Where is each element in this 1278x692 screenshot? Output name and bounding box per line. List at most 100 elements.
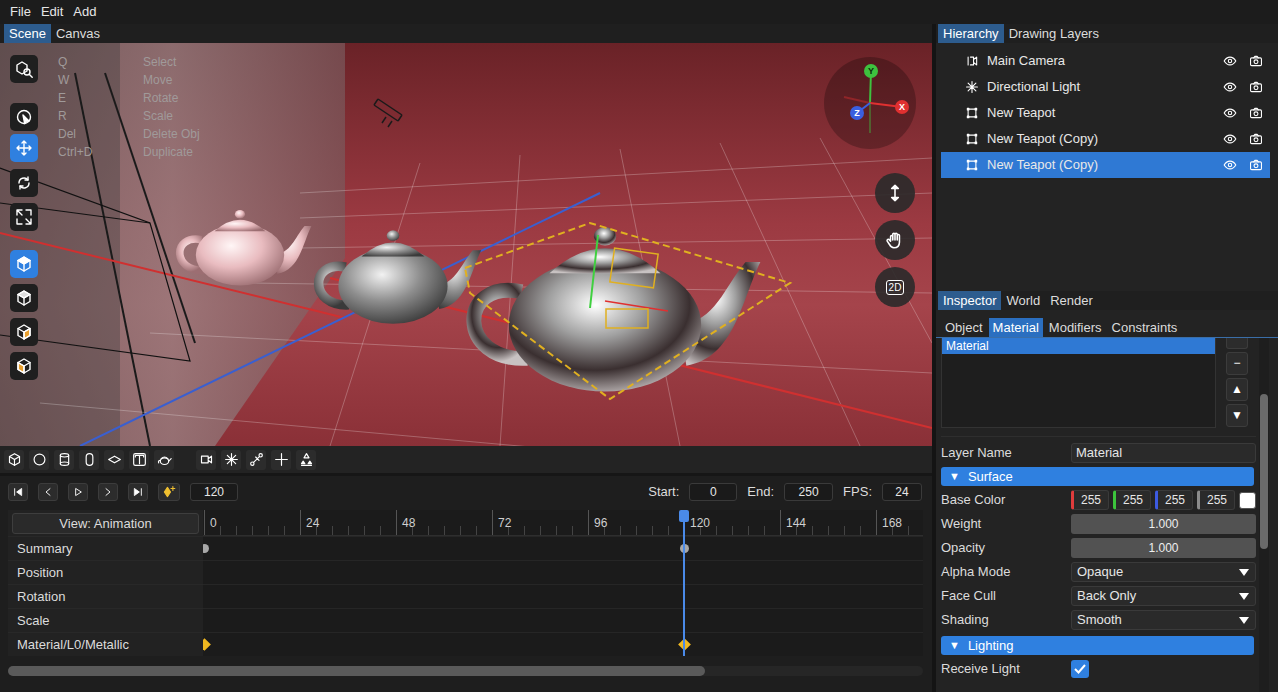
layer-button[interactable]: ▲ — [1226, 378, 1248, 401]
dropdown[interactable]: Back Only — [1071, 586, 1256, 606]
scrollbar-thumb[interactable] — [8, 666, 705, 676]
tool-button[interactable] — [10, 250, 38, 278]
slider-track[interactable]: 1.000 — [1071, 514, 1256, 534]
color-swatch[interactable] — [1239, 492, 1256, 509]
eye-icon[interactable] — [1222, 105, 1238, 121]
tool-button[interactable] — [10, 55, 38, 83]
subtab[interactable]: Material — [989, 318, 1043, 337]
transport-button[interactable] — [8, 483, 28, 501]
create-button[interactable] — [196, 450, 216, 470]
create-button[interactable] — [104, 450, 124, 470]
layer-name-field[interactable]: Material — [1071, 443, 1256, 463]
create-button[interactable] — [221, 450, 241, 470]
render-camera-icon[interactable] — [1248, 157, 1264, 173]
create-button[interactable] — [271, 450, 291, 470]
end-field[interactable]: 250 — [784, 483, 833, 501]
create-button[interactable] — [29, 450, 49, 470]
playhead-handle[interactable] — [679, 510, 689, 522]
menu-item[interactable]: File — [5, 0, 36, 24]
playhead[interactable] — [683, 510, 685, 656]
layer-item[interactable]: Material — [942, 338, 1215, 354]
view-2d-button[interactable]: 2D — [875, 267, 915, 307]
create-button[interactable] — [129, 450, 149, 470]
tool-button[interactable] — [10, 103, 38, 131]
render-camera-icon[interactable] — [1248, 131, 1264, 147]
object-name[interactable]: Main Camera — [987, 51, 1222, 71]
inspector-scrollbar[interactable] — [1259, 338, 1269, 692]
pan-button[interactable] — [875, 220, 915, 260]
hierarchy-row[interactable]: New Teapot (Copy) — [941, 152, 1270, 178]
section-toggle[interactable]: ▼ — [949, 637, 960, 654]
color-channel-field[interactable]: 255 — [1155, 490, 1193, 510]
z-axis-label[interactable]: Z — [850, 106, 864, 120]
subtab[interactable]: Object — [941, 318, 987, 337]
object-name[interactable]: Directional Light — [987, 77, 1222, 97]
eye-icon[interactable] — [1222, 79, 1238, 95]
tab[interactable]: World — [1001, 291, 1045, 310]
dropdown[interactable]: Opaque — [1071, 562, 1256, 582]
frame-ruler[interactable]: 024487296120144168 — [203, 510, 923, 536]
create-button[interactable] — [246, 450, 266, 470]
keyframe[interactable] — [203, 638, 211, 651]
layer-button[interactable]: − — [1226, 352, 1248, 375]
hierarchy-row[interactable]: New Teapot — [941, 100, 1270, 126]
slider-track[interactable]: 1.000 — [1071, 538, 1256, 558]
section-toggle[interactable]: ▼ — [949, 468, 960, 485]
section-header[interactable]: ▼Lighting — [941, 636, 1254, 655]
scene-viewport[interactable]: QSelectWMoveERotateRScaleDelDelete ObjCt… — [0, 43, 932, 446]
layer-button[interactable]: ▼ — [1226, 404, 1248, 427]
hierarchy-row[interactable]: New Teapot (Copy) — [941, 126, 1270, 152]
menu-item[interactable]: Edit — [36, 0, 68, 24]
fps-field[interactable]: 24 — [882, 483, 922, 501]
section-header[interactable]: ▼Surface — [941, 467, 1254, 486]
subtab[interactable]: Modifiers — [1045, 318, 1106, 337]
color-channel-field[interactable]: 255 — [1113, 490, 1151, 510]
tab[interactable]: Hierarchy — [938, 24, 1004, 43]
tool-button[interactable] — [10, 203, 38, 231]
tool-button[interactable] — [10, 169, 38, 197]
tool-button[interactable] — [10, 352, 38, 380]
view-mode-button[interactable]: View: Animation — [12, 513, 199, 534]
tab[interactable]: Scene — [4, 24, 51, 43]
keyframe[interactable] — [203, 544, 209, 553]
color-channel-field[interactable]: 255 — [1071, 490, 1109, 510]
create-button[interactable] — [79, 450, 99, 470]
x-axis-label[interactable]: X — [895, 100, 909, 114]
timeline-scrollbar[interactable] — [8, 666, 923, 676]
tab[interactable]: Inspector — [938, 291, 1001, 310]
object-name[interactable]: New Teapot (Copy) — [987, 155, 1222, 175]
tab[interactable]: Render — [1045, 291, 1098, 310]
y-axis-label[interactable]: Y — [864, 64, 878, 78]
track-area[interactable]: 024487296120144168 — [203, 510, 923, 656]
layer-list[interactable]: Material — [941, 338, 1216, 428]
transport-button[interactable] — [38, 483, 58, 501]
render-camera-icon[interactable] — [1248, 105, 1264, 121]
render-camera-icon[interactable] — [1248, 79, 1264, 95]
tab[interactable]: Drawing Layers — [1004, 24, 1104, 43]
create-button[interactable] — [4, 450, 24, 470]
tab[interactable]: Canvas — [51, 24, 105, 43]
tool-button[interactable] — [10, 318, 38, 346]
color-channel-field[interactable]: 255 — [1197, 490, 1235, 510]
eye-icon[interactable] — [1222, 53, 1238, 69]
eye-icon[interactable] — [1222, 131, 1238, 147]
add-key-button[interactable] — [158, 483, 180, 501]
object-name[interactable]: New Teapot (Copy) — [987, 129, 1222, 149]
menu-item[interactable]: Add — [68, 0, 101, 24]
eye-icon[interactable] — [1222, 157, 1238, 173]
tool-button[interactable] — [10, 134, 38, 162]
hierarchy-row[interactable]: Directional Light — [941, 74, 1270, 100]
zoom-button[interactable] — [875, 173, 915, 213]
axis-gizmo[interactable]: Y X Z — [824, 57, 916, 149]
transport-button[interactable] — [98, 483, 118, 501]
checkbox[interactable] — [1071, 660, 1089, 678]
transport-button[interactable] — [128, 483, 148, 501]
create-button[interactable] — [154, 450, 174, 470]
hierarchy-row[interactable]: Main Camera — [941, 48, 1270, 74]
subtab[interactable]: Constraints — [1108, 318, 1182, 337]
object-name[interactable]: New Teapot — [987, 103, 1222, 123]
tool-button[interactable] — [10, 284, 38, 312]
add-layer-button[interactable] — [1226, 338, 1248, 349]
start-field[interactable]: 0 — [689, 483, 737, 501]
create-button[interactable] — [54, 450, 74, 470]
